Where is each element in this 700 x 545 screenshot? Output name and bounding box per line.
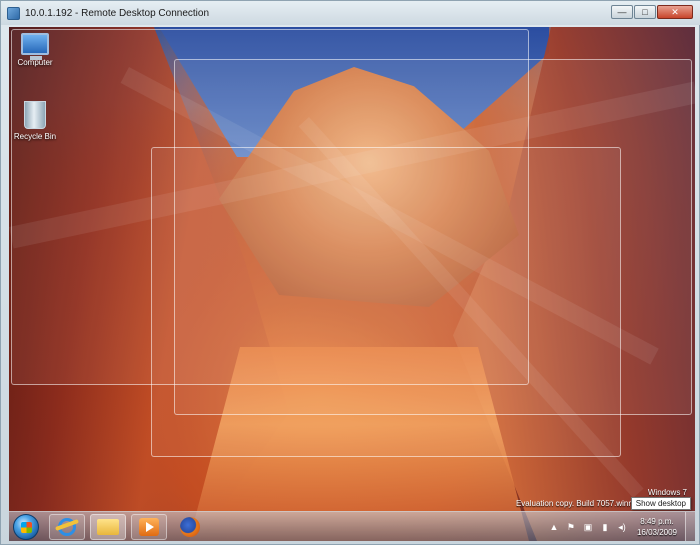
remote-desktop-area[interactable]: Computer Recycle Bin Windows 7 Evaluatio… bbox=[9, 27, 695, 541]
taskbar-button-windows-explorer[interactable] bbox=[90, 514, 126, 540]
taskbar: ▲ ⚑ ▣ ▮ ◂) 8:49 p.m. 16/03/2009 bbox=[9, 511, 695, 541]
peek-window-outline bbox=[151, 147, 621, 457]
taskbar-button-firefox[interactable] bbox=[172, 514, 208, 540]
window-titlebar[interactable]: 10.0.1.192 - Remote Desktop Connection —… bbox=[1, 1, 700, 25]
computer-icon bbox=[21, 33, 49, 60]
network-icon[interactable]: ▣ bbox=[582, 521, 594, 533]
taskbar-button-internet-explorer[interactable] bbox=[49, 514, 85, 540]
chevron-up-icon[interactable]: ▲ bbox=[548, 521, 560, 533]
maximize-button[interactable]: □ bbox=[634, 5, 656, 19]
ie-icon bbox=[58, 518, 76, 536]
desktop-icon-computer[interactable]: Computer bbox=[9, 33, 65, 67]
remote-desktop-window: 10.0.1.192 - Remote Desktop Connection —… bbox=[0, 0, 700, 545]
volume-icon[interactable]: ◂) bbox=[616, 521, 628, 533]
remote-desktop-icon bbox=[7, 6, 20, 20]
action-center-flag-icon[interactable]: ⚑ bbox=[565, 521, 577, 533]
folder-icon bbox=[97, 519, 119, 535]
clock-date: 16/03/2009 bbox=[636, 528, 677, 537]
media-player-icon bbox=[139, 518, 159, 536]
system-clock[interactable]: 8:49 p.m. 16/03/2009 bbox=[637, 516, 677, 538]
notification-area: ▲ ⚑ ▣ ▮ ◂) 8:49 p.m. 16/03/2009 bbox=[548, 512, 695, 541]
start-button[interactable] bbox=[13, 514, 39, 540]
desktop-icon-label: Recycle Bin bbox=[13, 132, 57, 141]
desktop-icon-recycle-bin[interactable]: Recycle Bin bbox=[9, 101, 65, 141]
watermark-os-name: Windows 7 bbox=[647, 488, 687, 497]
window-title: 10.0.1.192 - Remote Desktop Connection bbox=[25, 7, 209, 19]
show-desktop-tooltip: Show desktop bbox=[630, 497, 691, 510]
clock-time: 8:49 p.m. bbox=[640, 517, 674, 526]
close-button[interactable]: ✕ bbox=[657, 5, 693, 19]
recycle-bin-icon bbox=[24, 101, 46, 129]
taskbar-button-windows-media-player[interactable] bbox=[131, 514, 167, 540]
window-controls: — □ ✕ bbox=[610, 5, 693, 19]
minimize-button[interactable]: — bbox=[611, 5, 633, 19]
firefox-icon bbox=[180, 517, 200, 537]
watermark-build: Evaluation copy. Build 7057.winm bbox=[515, 499, 635, 508]
signal-icon[interactable]: ▮ bbox=[599, 521, 611, 533]
show-desktop-button[interactable] bbox=[685, 512, 695, 541]
